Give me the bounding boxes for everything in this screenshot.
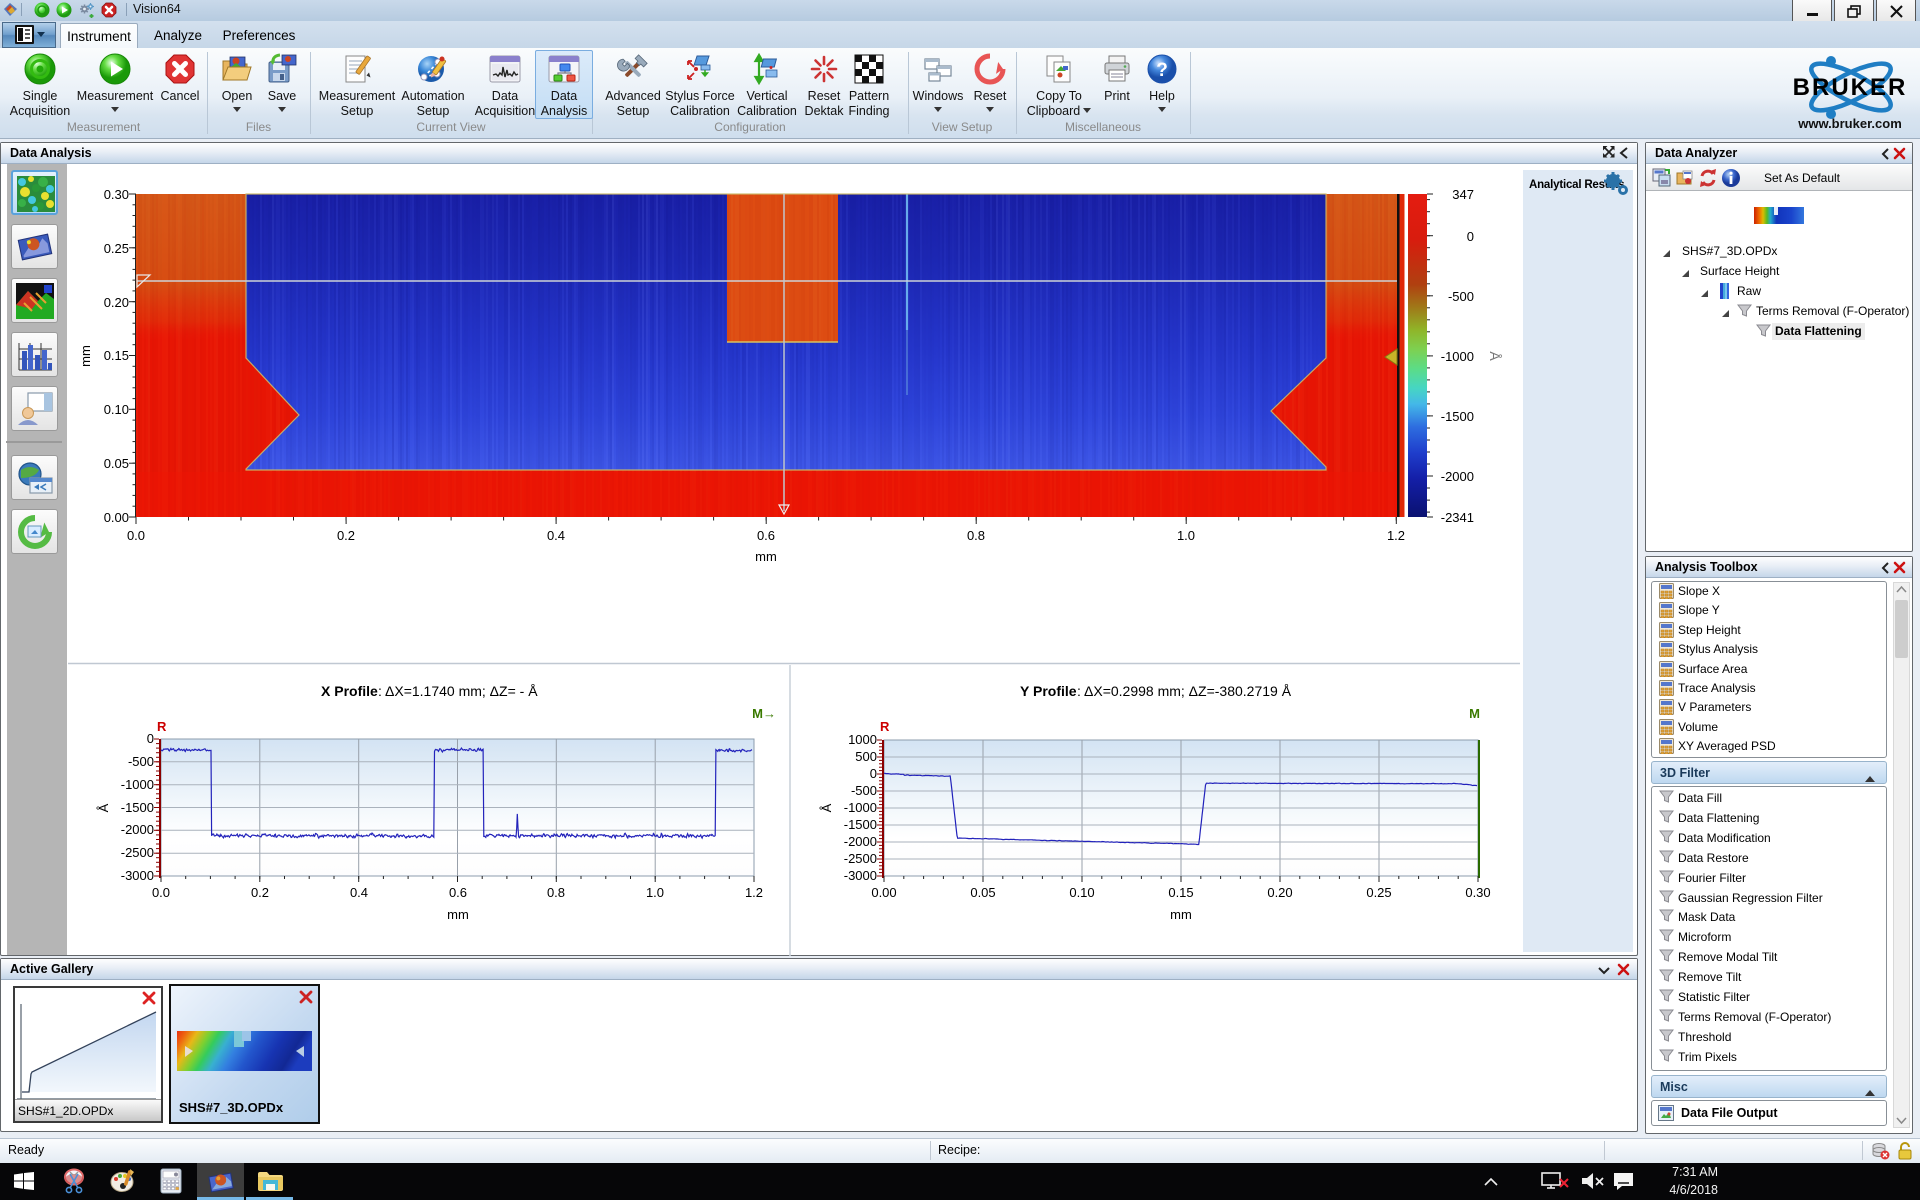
svg-text:1.0: 1.0 xyxy=(646,885,664,900)
svg-text:1.2: 1.2 xyxy=(1387,528,1405,543)
svg-text:-2000: -2000 xyxy=(1441,469,1474,484)
svg-text:-1500: -1500 xyxy=(1441,409,1474,424)
svg-text:-2500: -2500 xyxy=(844,851,877,866)
svg-text:0.05: 0.05 xyxy=(970,885,995,900)
svg-text:Å: Å xyxy=(819,803,834,812)
svg-text:0.2: 0.2 xyxy=(337,528,355,543)
svg-text:-3000: -3000 xyxy=(844,868,877,883)
svg-text:M: M xyxy=(1469,706,1480,721)
svg-text:-2000: -2000 xyxy=(121,822,154,837)
svg-text:0.25: 0.25 xyxy=(104,241,129,256)
svg-text:0.30: 0.30 xyxy=(104,187,129,202)
svg-text:0.05: 0.05 xyxy=(104,456,129,471)
svg-text:-1000: -1000 xyxy=(844,800,877,815)
svg-text:mm: mm xyxy=(755,549,777,564)
svg-text:0.00: 0.00 xyxy=(871,885,896,900)
svg-text:1.2: 1.2 xyxy=(745,885,763,900)
svg-text:500: 500 xyxy=(855,749,877,764)
svg-text:-1000: -1000 xyxy=(1441,349,1474,364)
svg-text:0: 0 xyxy=(870,766,877,781)
svg-text:-2341: -2341 xyxy=(1441,510,1474,525)
svg-text:0.25: 0.25 xyxy=(1366,885,1391,900)
svg-text:-1500: -1500 xyxy=(844,817,877,832)
svg-text:0.0: 0.0 xyxy=(152,885,170,900)
svg-text:-500: -500 xyxy=(128,754,154,769)
svg-text:-500: -500 xyxy=(851,783,877,798)
svg-text:mm: mm xyxy=(78,345,93,367)
svg-text:1000: 1000 xyxy=(848,732,877,747)
svg-text:0.6: 0.6 xyxy=(757,528,775,543)
svg-text:0: 0 xyxy=(147,731,154,746)
svg-text:0.15: 0.15 xyxy=(104,348,129,363)
svg-text:0.0: 0.0 xyxy=(127,528,145,543)
svg-text:0.4: 0.4 xyxy=(547,528,565,543)
svg-text:0.4: 0.4 xyxy=(350,885,368,900)
svg-text:0.8: 0.8 xyxy=(547,885,565,900)
svg-text:0.8: 0.8 xyxy=(967,528,985,543)
svg-text:0.30: 0.30 xyxy=(1465,885,1490,900)
svg-text:BRUKER: BRUKER xyxy=(1793,74,1908,101)
svg-text:mm: mm xyxy=(1170,907,1192,922)
svg-text:?: ? xyxy=(1156,60,1168,81)
svg-text:mm: mm xyxy=(447,907,469,922)
svg-text:-500: -500 xyxy=(1448,289,1474,304)
svg-text:-2500: -2500 xyxy=(121,845,154,860)
svg-text:X Profile: X Profile xyxy=(321,683,378,699)
svg-text:0.20: 0.20 xyxy=(1267,885,1292,900)
svg-text:0.10: 0.10 xyxy=(104,402,129,417)
svg-text:0.2: 0.2 xyxy=(251,885,269,900)
svg-text:0.20: 0.20 xyxy=(104,295,129,310)
svg-text:-1000: -1000 xyxy=(121,777,154,792)
svg-text:www.bruker.com: www.bruker.com xyxy=(1797,116,1902,131)
svg-text:1.0: 1.0 xyxy=(1177,528,1195,543)
svg-text:R: R xyxy=(880,719,890,734)
svg-text:R: R xyxy=(157,719,167,734)
svg-text:Å: Å xyxy=(1487,351,1503,361)
svg-text:0: 0 xyxy=(1467,229,1474,244)
svg-text:347: 347 xyxy=(1452,187,1474,202)
svg-text:M→: M→ xyxy=(752,706,776,721)
svg-text:: ΔX=1.1740 mm; ΔZ= - Å: : ΔX=1.1740 mm; ΔZ= - Å xyxy=(378,683,538,699)
svg-text:-2000: -2000 xyxy=(844,834,877,849)
svg-text:0.00: 0.00 xyxy=(104,510,129,525)
svg-text:Y Profile: Y Profile xyxy=(1020,683,1077,699)
svg-text:0.6: 0.6 xyxy=(449,885,467,900)
svg-text:0.15: 0.15 xyxy=(1168,885,1193,900)
svg-text:-1500: -1500 xyxy=(121,800,154,815)
svg-text:: ΔX=0.2998 mm; ΔZ=-380.2719 Å: : ΔX=0.2998 mm; ΔZ=-380.2719 Å xyxy=(1077,683,1292,699)
svg-text:0.10: 0.10 xyxy=(1069,885,1094,900)
svg-text:-3000: -3000 xyxy=(121,868,154,883)
svg-text:Å: Å xyxy=(96,803,111,812)
